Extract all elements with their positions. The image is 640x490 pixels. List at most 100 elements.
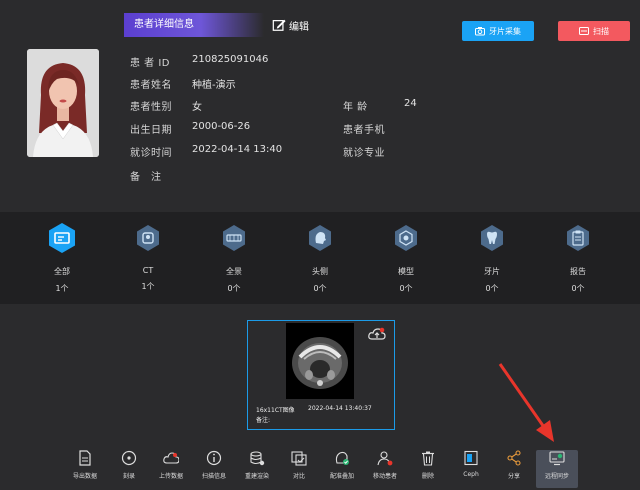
image-list-area: 16x11CT图像 2022-04-14 13:40:37 备注: bbox=[0, 310, 640, 442]
ceph-button[interactable]: Ceph bbox=[450, 450, 492, 488]
category-label: 头侧 bbox=[312, 267, 328, 276]
rebuild-render-button[interactable]: 重建渲染 bbox=[236, 450, 278, 488]
patient-id-value: 210825091046 bbox=[192, 54, 269, 65]
edit-icon bbox=[272, 19, 286, 31]
toolbar-label: 远程同步 bbox=[544, 473, 569, 480]
remote-sync-icon bbox=[549, 451, 565, 466]
toolbar-label: Ceph bbox=[463, 471, 479, 478]
visit-time-label: 就诊时间 bbox=[130, 148, 172, 159]
delete-button[interactable]: 删除 bbox=[407, 450, 449, 488]
category-ct[interactable]: CT 1个 bbox=[118, 222, 178, 302]
category-count: 0个 bbox=[399, 284, 413, 293]
note-label: 备 注 bbox=[130, 172, 162, 183]
patient-age-value: 24 bbox=[404, 98, 417, 109]
patient-gender-label: 患者性别 bbox=[130, 102, 172, 113]
category-count: 0个 bbox=[313, 284, 327, 293]
compare-button[interactable]: 对比 bbox=[278, 450, 320, 488]
export-icon bbox=[79, 450, 91, 466]
category-all[interactable]: 全部 1个 bbox=[32, 222, 92, 302]
category-label: 全景 bbox=[226, 267, 242, 276]
move-patient-icon bbox=[377, 451, 393, 466]
camera-icon bbox=[475, 27, 485, 36]
category-count: 0个 bbox=[485, 284, 499, 293]
panorama-icon bbox=[223, 225, 245, 251]
patient-name-label: 患者姓名 bbox=[130, 80, 172, 91]
photo-capture-label: 牙片采集 bbox=[489, 26, 521, 36]
patient-phone-label: 患者手机 bbox=[343, 125, 385, 136]
photo-capture-button[interactable]: 牙片采集 bbox=[462, 21, 534, 41]
model-icon bbox=[395, 225, 417, 251]
remote-sync-button[interactable]: 远程同步 bbox=[536, 450, 578, 488]
bottom-toolbar: 导出数据 刻录 上传数据 扫描信息 重建渲染 对比 配准叠加 移动患者 删除 C… bbox=[0, 444, 640, 490]
delete-icon bbox=[422, 451, 434, 466]
toolbar-label: 刻录 bbox=[122, 473, 135, 480]
toolbar-label: 上传数据 bbox=[158, 473, 183, 480]
upload-data-button[interactable]: 上传数据 bbox=[150, 450, 192, 488]
edit-label: 编辑 bbox=[289, 21, 309, 33]
specialty-label: 就诊专业 bbox=[343, 148, 385, 159]
patient-avatar bbox=[27, 49, 99, 157]
birth-date-value: 2000-06-26 bbox=[192, 121, 251, 132]
cloud-sync-icon[interactable] bbox=[368, 327, 386, 341]
move-patient-button[interactable]: 移动患者 bbox=[364, 450, 406, 488]
ct-icon bbox=[137, 225, 159, 251]
tooth-icon bbox=[481, 225, 503, 251]
register-overlay-icon bbox=[335, 451, 349, 465]
scan-icon bbox=[579, 27, 589, 35]
toolbar-label: 对比 bbox=[292, 473, 305, 480]
category-label: CT bbox=[142, 266, 154, 275]
burn-disc-icon bbox=[121, 450, 137, 466]
report-icon bbox=[567, 225, 589, 251]
toolbar-label: 分享 bbox=[507, 473, 520, 480]
upload-icon bbox=[163, 452, 179, 464]
ct-image-card[interactable]: 16x11CT图像 2022-04-14 13:40:37 备注: bbox=[247, 320, 395, 430]
patient-age-label: 年 龄 bbox=[343, 102, 368, 113]
share-icon bbox=[507, 450, 521, 466]
category-panorama[interactable]: 全景 0个 bbox=[204, 222, 264, 302]
birth-date-label: 出生日期 bbox=[130, 125, 172, 136]
ct-scan-thumbnail bbox=[286, 323, 354, 399]
all-icon bbox=[49, 223, 75, 253]
toolbar-label: 配准叠加 bbox=[329, 473, 354, 480]
category-count: 1个 bbox=[141, 282, 155, 291]
scan-button[interactable]: 扫描 bbox=[558, 21, 630, 41]
rebuild-icon bbox=[250, 451, 265, 466]
category-count: 1个 bbox=[55, 284, 69, 293]
visit-time-value: 2022-04-14 13:40 bbox=[192, 144, 283, 155]
scan-label: 扫描 bbox=[593, 26, 609, 36]
category-cephalometric[interactable]: 头侧 0个 bbox=[290, 222, 350, 302]
patient-id-label: 患 者 ID bbox=[130, 58, 171, 69]
scan-info-button[interactable]: 扫描信息 bbox=[193, 450, 235, 488]
toolbar-label: 扫描信息 bbox=[201, 473, 226, 480]
image-category-strip: 全部 1个 CT 1个 全景 0个 头侧 0个 模型 0个 牙片 0个 报告 0… bbox=[0, 212, 640, 304]
category-count: 0个 bbox=[571, 284, 585, 293]
category-model[interactable]: 模型 0个 bbox=[376, 222, 436, 302]
toolbar-label: 重建渲染 bbox=[244, 473, 269, 480]
image-timestamp: 2022-04-14 13:40:37 bbox=[308, 405, 372, 412]
category-label: 全部 bbox=[54, 267, 70, 276]
ceph-icon bbox=[464, 450, 478, 466]
category-count: 0个 bbox=[227, 284, 241, 293]
category-tooth[interactable]: 牙片 0个 bbox=[462, 222, 522, 302]
toolbar-label: 导出数据 bbox=[72, 473, 97, 480]
patient-info-panel: 患者详细信息 编辑 牙片采集 扫描 患 者 ID 210825091046 患者… bbox=[0, 0, 640, 210]
category-label: 模型 bbox=[398, 267, 414, 276]
category-label: 报告 bbox=[570, 267, 586, 276]
scan-info-icon bbox=[206, 450, 222, 466]
register-overlay-button[interactable]: 配准叠加 bbox=[321, 450, 363, 488]
cephalometric-icon bbox=[309, 225, 331, 251]
patient-name-value: 种植-演示 bbox=[192, 80, 236, 91]
burn-disc-button[interactable]: 刻录 bbox=[108, 450, 150, 488]
export-data-button[interactable]: 导出数据 bbox=[64, 450, 106, 488]
category-report[interactable]: 报告 0个 bbox=[548, 222, 608, 302]
edit-button[interactable]: 编辑 bbox=[272, 16, 309, 34]
patient-gender-value: 女 bbox=[192, 102, 202, 113]
toolbar-label: 移动患者 bbox=[372, 473, 397, 480]
image-note: 备注: bbox=[256, 417, 271, 424]
female-avatar-icon bbox=[27, 49, 99, 157]
compare-icon bbox=[291, 451, 307, 466]
image-caption: 16x11CT图像 bbox=[256, 407, 295, 414]
toolbar-label: 删除 bbox=[421, 473, 434, 480]
share-button[interactable]: 分享 bbox=[493, 450, 535, 488]
category-label: 牙片 bbox=[484, 267, 500, 276]
